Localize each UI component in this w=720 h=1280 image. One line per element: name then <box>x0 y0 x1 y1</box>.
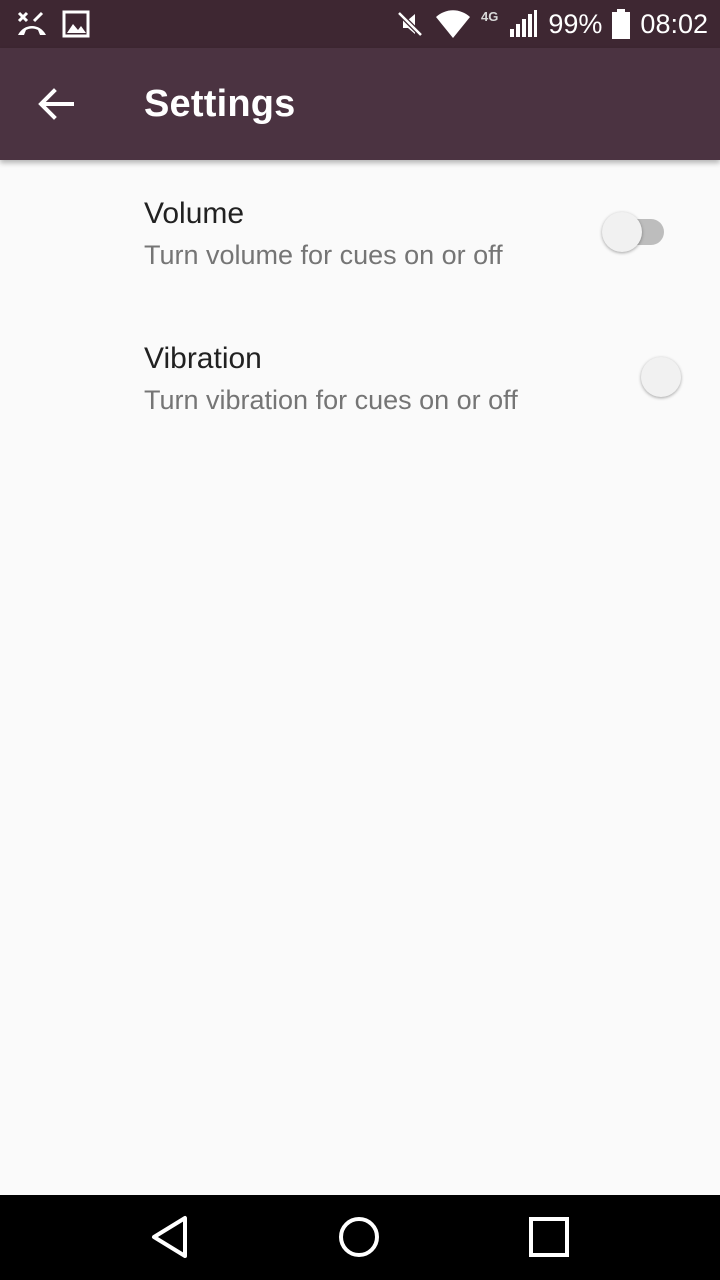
nav-back-button[interactable] <box>138 1207 202 1267</box>
app-toolbar: Settings <box>0 48 720 160</box>
status-bar: 4G 99% 08:02 <box>0 0 720 48</box>
status-left-icons <box>16 8 90 40</box>
status-right-icons: 4G 99% 08:02 <box>395 0 708 48</box>
wifi-icon <box>435 9 471 39</box>
vibration-switch[interactable] <box>637 353 717 401</box>
back-triangle-icon <box>152 1216 187 1258</box>
switch-thumb <box>641 357 681 397</box>
navigation-bar <box>0 1195 720 1280</box>
image-icon <box>62 10 90 38</box>
preference-vibration[interactable]: Vibration Turn vibration for cues on or … <box>0 305 720 450</box>
battery-percent: 99% <box>548 9 603 39</box>
clock: 08:02 <box>640 9 708 39</box>
arrow-back-icon <box>38 88 74 120</box>
page-title: Settings <box>144 83 296 125</box>
missed-call-icon <box>16 9 48 39</box>
preference-summary: Turn volume for cues on or off <box>144 240 503 270</box>
switch-thumb <box>602 212 642 252</box>
preference-title: Volume <box>144 197 245 230</box>
battery-icon <box>612 9 631 39</box>
preference-summary: Turn vibration for cues on or off <box>144 385 518 415</box>
volume-switch[interactable] <box>598 208 678 256</box>
nav-recents-button[interactable] <box>517 1207 581 1267</box>
settings-list: Volume Turn volume for cues on or off Vi… <box>0 160 720 1195</box>
mute-icon <box>395 9 425 39</box>
preference-title: Vibration <box>144 342 262 375</box>
home-circle-icon <box>339 1217 379 1257</box>
recents-square-icon <box>529 1217 569 1257</box>
preference-volume[interactable]: Volume Turn volume for cues on or off <box>0 160 720 305</box>
back-button[interactable] <box>24 72 88 136</box>
nav-home-button[interactable] <box>327 1207 391 1267</box>
lte-4g-icon: 4G <box>481 9 499 24</box>
signal-icon <box>508 9 538 39</box>
